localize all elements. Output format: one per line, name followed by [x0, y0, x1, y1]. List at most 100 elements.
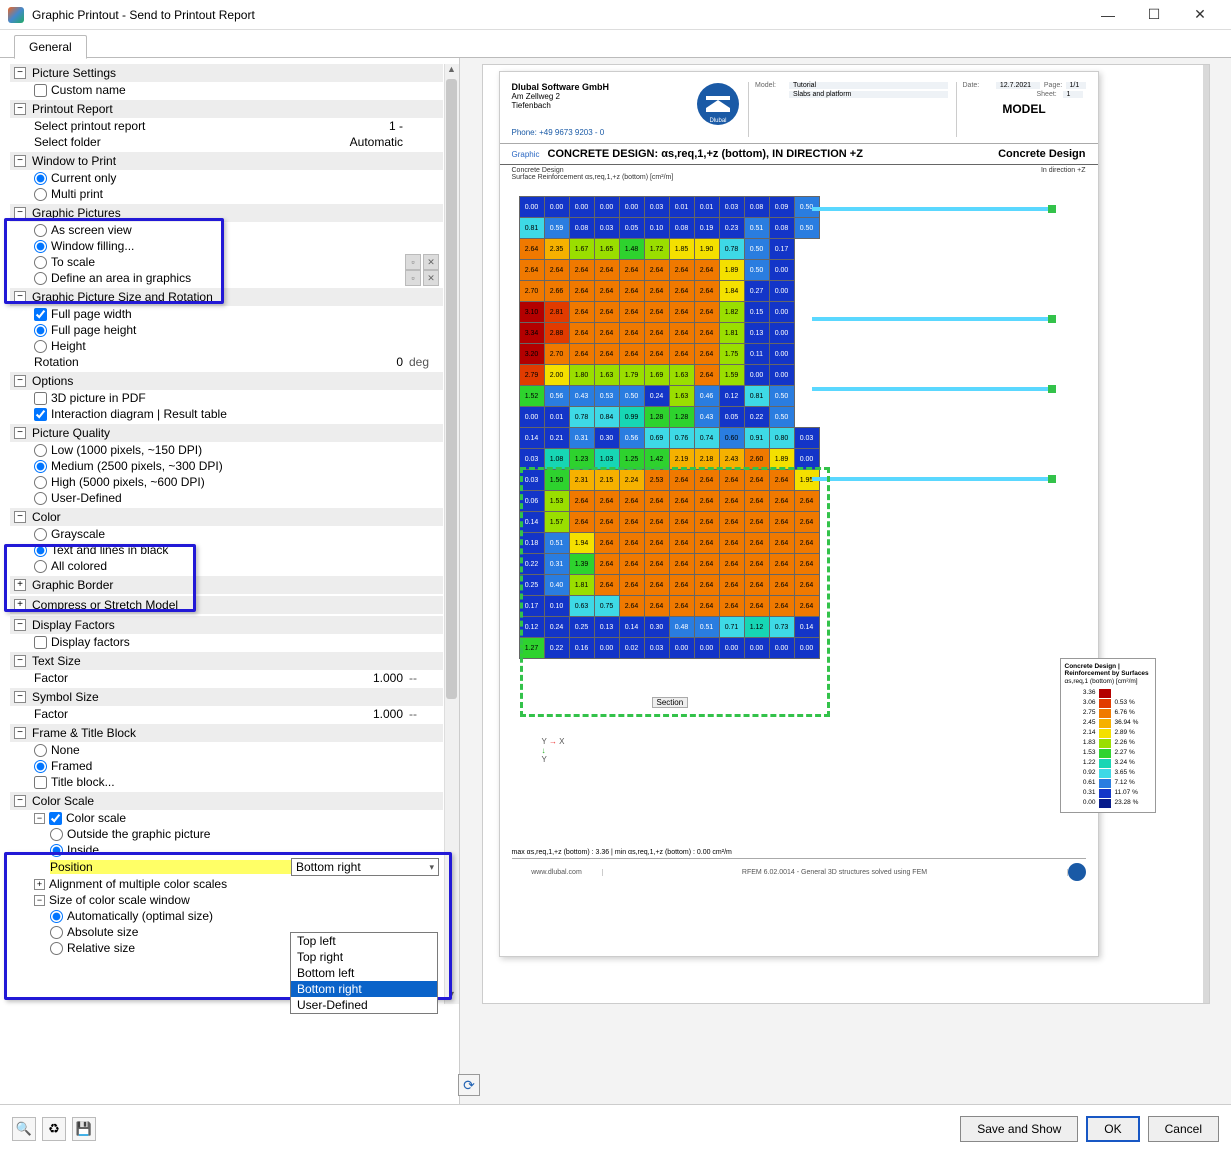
group-display-factors[interactable]: − Display Factors [10, 616, 443, 634]
expander-icon[interactable]: − [14, 727, 26, 739]
quality-high-radio[interactable] [34, 476, 47, 489]
legend-row: 3.060.53 % [1065, 698, 1151, 708]
dropdown-option[interactable]: Top right [291, 949, 437, 965]
to-scale-radio[interactable] [34, 256, 47, 269]
group-picture-settings[interactable]: − Picture Settings [10, 64, 443, 82]
multi-print-radio[interactable] [34, 188, 47, 201]
define-area-radio[interactable] [34, 272, 47, 285]
expander-icon[interactable]: − [14, 375, 26, 387]
rotation-value[interactable]: 0 [289, 355, 409, 369]
save-and-show-button[interactable]: Save and Show [960, 1116, 1078, 1142]
select-report-value[interactable]: 1 - [289, 119, 409, 133]
outside-radio[interactable] [50, 828, 63, 841]
group-frame[interactable]: −Frame & Title Block [10, 724, 443, 742]
select-folder-value[interactable]: Automatic [289, 135, 409, 149]
expander-icon[interactable]: + [14, 579, 26, 591]
group-printout-report[interactable]: − Printout Report [10, 100, 443, 118]
group-options[interactable]: − Options [10, 372, 443, 390]
axis-labels: Y → X ↓Y [542, 737, 565, 764]
height-radio[interactable] [34, 340, 47, 353]
group-text-size[interactable]: −Text Size [10, 652, 443, 670]
preview-viewport[interactable]: Dlubal Software GmbH Am Zellweg 2 Tiefen… [482, 64, 1210, 1004]
to-scale-icon-a[interactable]: ▫ [405, 254, 421, 270]
expander-icon[interactable]: − [14, 291, 26, 303]
absolute-size-radio[interactable] [50, 926, 63, 939]
as-screen-radio[interactable] [34, 224, 47, 237]
frame-framed-radio[interactable] [34, 760, 47, 773]
group-symbol-size[interactable]: −Symbol Size [10, 688, 443, 706]
expander-icon[interactable]: − [14, 795, 26, 807]
quality-user-radio[interactable] [34, 492, 47, 505]
expander-icon[interactable]: − [14, 207, 26, 219]
window-close-button[interactable]: ✕ [1177, 0, 1223, 30]
interaction-checkbox[interactable] [34, 408, 47, 421]
define-area-icon-a[interactable]: ▫ [405, 270, 421, 286]
inside-radio[interactable] [50, 844, 63, 857]
expander-icon[interactable]: − [14, 155, 26, 167]
subexpander-icon[interactable]: − [34, 895, 45, 906]
cancel-button[interactable]: Cancel [1148, 1116, 1219, 1142]
symbol-factor-value[interactable]: 1.000 [289, 707, 409, 721]
group-graphic-border[interactable]: +Graphic Border [10, 576, 443, 594]
custom-name-checkbox[interactable] [34, 84, 47, 97]
expander-icon[interactable]: + [14, 599, 26, 611]
expander-icon[interactable]: − [14, 691, 26, 703]
expander-icon[interactable]: − [14, 103, 26, 115]
window-minimize-button[interactable]: — [1085, 0, 1131, 30]
subexpander-icon[interactable]: − [34, 813, 45, 824]
heatmap-cell: 0.15 [744, 301, 770, 323]
text-factor-value[interactable]: 1.000 [289, 671, 409, 685]
group-graphic-pictures[interactable]: − Graphic Pictures [10, 204, 443, 222]
full-width-checkbox[interactable] [34, 308, 47, 321]
expander-icon[interactable]: − [14, 511, 26, 523]
dropdown-option[interactable]: Bottom left [291, 965, 437, 981]
allcolored-radio[interactable] [34, 560, 47, 573]
titleblock-checkbox[interactable] [34, 776, 47, 789]
group-size-rotation[interactable]: − Graphic Picture Size and Rotation [10, 288, 443, 306]
define-area-icon-b[interactable]: ✕ [423, 270, 439, 286]
black-radio[interactable] [34, 544, 47, 557]
position-dropdown-list[interactable]: Top left Top right Bottom left Bottom ri… [290, 932, 438, 1014]
group-compress[interactable]: +Compress or Stretch Model [10, 596, 443, 614]
expander-icon[interactable]: − [14, 655, 26, 667]
frame-none-radio[interactable] [34, 744, 47, 757]
window-filling-radio[interactable] [34, 240, 47, 253]
to-scale-icon-b[interactable]: ✕ [423, 254, 439, 270]
color-scale-checkbox[interactable] [49, 812, 62, 825]
heatmap-cell: 1.63 [594, 364, 620, 386]
expander-icon[interactable]: − [14, 427, 26, 439]
ok-button[interactable]: OK [1086, 1116, 1139, 1142]
alignment-label: Alignment of multiple color scales [49, 877, 439, 891]
display-factors-checkbox[interactable] [34, 636, 47, 649]
group-color[interactable]: − Color [10, 508, 443, 526]
beam [812, 207, 1052, 211]
refresh-button[interactable]: ⟳ [458, 1074, 480, 1096]
heatmap-cell: 1.63 [669, 385, 695, 407]
expander-icon[interactable]: − [14, 67, 26, 79]
dropdown-option[interactable]: Top left [291, 933, 437, 949]
full-height-radio[interactable] [34, 324, 47, 337]
subexpander-icon[interactable]: + [34, 879, 45, 890]
position-dropdown[interactable]: Bottom right▾ [291, 858, 439, 876]
window-maximize-button[interactable]: ☐ [1131, 0, 1177, 30]
group-window-to-print[interactable]: − Window to Print [10, 152, 443, 170]
quality-low-radio[interactable] [34, 444, 47, 457]
group-color-scale[interactable]: −Color Scale [10, 792, 443, 810]
help-button[interactable]: 🔍 [12, 1117, 36, 1141]
dropdown-option[interactable]: User-Defined [291, 997, 437, 1013]
save-template-button[interactable]: 💾 [72, 1117, 96, 1141]
heatmap-cell: 0.50 [744, 238, 770, 260]
expander-icon[interactable]: − [14, 619, 26, 631]
reset-button[interactable]: ♻ [42, 1117, 66, 1141]
heatmap-cell: 0.05 [719, 406, 745, 428]
tab-general[interactable]: General [14, 35, 87, 59]
grayscale-radio[interactable] [34, 528, 47, 541]
pdf3d-checkbox[interactable] [34, 392, 47, 405]
group-picture-quality[interactable]: − Picture Quality [10, 424, 443, 442]
current-only-radio[interactable] [34, 172, 47, 185]
dropdown-option-selected[interactable]: Bottom right [291, 981, 437, 997]
settings-scrollbar[interactable]: ▲ ▼ [444, 64, 459, 1004]
relative-size-radio[interactable] [50, 942, 63, 955]
quality-medium-radio[interactable] [34, 460, 47, 473]
auto-size-radio[interactable] [50, 910, 63, 923]
